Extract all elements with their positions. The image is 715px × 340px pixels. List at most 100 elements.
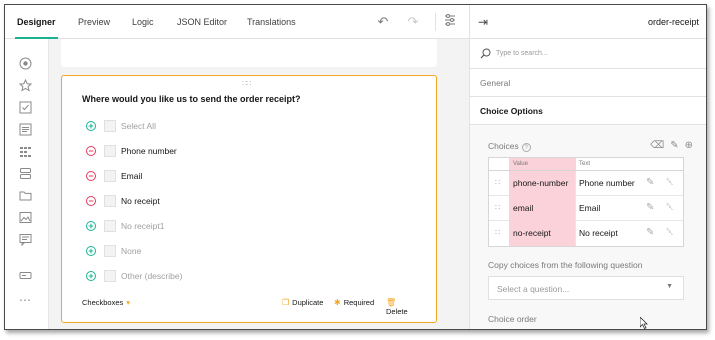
collapse-panel-icon[interactable]: ⇥	[478, 15, 488, 29]
input-icon[interactable]	[19, 269, 35, 285]
add-choice-icon[interactable]: +	[86, 271, 96, 281]
question-title[interactable]: Where would you like us to send the orde…	[82, 94, 301, 104]
folder-icon[interactable]	[19, 189, 35, 205]
undo-icon[interactable]: ↶	[375, 14, 391, 30]
choices-label: Choices?	[488, 141, 531, 152]
choice-label[interactable]: Select All	[121, 121, 156, 131]
choice-label[interactable]: None	[121, 246, 141, 256]
choice-checkbox[interactable]	[104, 145, 116, 157]
star-icon[interactable]	[18, 78, 35, 95]
choice-label[interactable]: Phone number	[121, 146, 177, 156]
question-type-label: Checkboxes	[82, 298, 124, 307]
choice-value-cell[interactable]: phone-number	[509, 171, 576, 196]
drag-handle-icon[interactable]: ∷	[495, 178, 500, 187]
column-header-value: Value	[509, 158, 576, 170]
question-select[interactable]: Select a question... ▼	[488, 276, 684, 300]
duplicate-label: Duplicate	[292, 298, 324, 307]
mouse-cursor-icon	[640, 317, 648, 329]
choice-text-cell[interactable]: Email	[579, 196, 637, 221]
edit-list-icon[interactable]: ✎	[670, 140, 678, 151]
drag-handle-icon[interactable]: ∷	[495, 203, 500, 212]
table-row: ∷ email Email ✎ ␡	[489, 196, 683, 221]
table-header: Value Text	[489, 158, 683, 171]
delete-button[interactable]: 🗑Delete	[386, 298, 418, 316]
choice-item: + No receipt1	[86, 220, 406, 234]
toolbar-divider	[435, 13, 436, 31]
question-card[interactable]: ∷∷ Where would you like us to send the o…	[61, 75, 437, 323]
search-placeholder: Type to search...	[496, 50, 548, 57]
remove-choice-icon[interactable]: −	[86, 196, 96, 206]
required-button[interactable]: ✱ Required	[334, 298, 374, 307]
edit-icon[interactable]: ✎	[646, 202, 654, 213]
tab-logic[interactable]: Logic	[132, 5, 154, 39]
choice-item: + Other (describe)	[86, 270, 406, 284]
choice-checkbox[interactable]	[104, 245, 116, 257]
choice-text-cell[interactable]: No receipt	[579, 221, 637, 246]
choice-value-cell[interactable]: no-receipt	[509, 221, 576, 246]
checkbox-icon[interactable]	[19, 101, 35, 117]
trash-icon[interactable]: ␡	[666, 202, 674, 213]
stack-icon[interactable]	[19, 167, 35, 183]
drag-handle-icon[interactable]: ∷∷	[242, 79, 251, 88]
choice-checkbox[interactable]	[104, 220, 116, 232]
copy-choices-label: Copy choices from the following question	[488, 260, 643, 270]
add-choice-icon[interactable]: +	[86, 246, 96, 256]
choice-label[interactable]: Email	[121, 171, 142, 181]
choice-label[interactable]: No receipt	[121, 196, 160, 206]
chevron-down-icon: ▾	[126, 298, 131, 307]
image-icon[interactable]	[19, 211, 35, 227]
property-panel: ⇥ order-receipt Type to search... Genera…	[469, 5, 706, 329]
trash-icon[interactable]: ␡	[666, 177, 674, 188]
choices-table: Value Text ∷ phone-number Phone number ✎…	[488, 157, 684, 247]
comment-icon[interactable]	[19, 233, 35, 249]
duplicate-button[interactable]: ❐ Duplicate	[282, 298, 323, 307]
choice-order-label: Choice order	[488, 314, 537, 324]
table-row: ∷ phone-number Phone number ✎ ␡	[489, 171, 683, 196]
choice-checkbox[interactable]	[104, 120, 116, 132]
eraser-icon[interactable]: ⌫	[650, 140, 664, 151]
delete-label: Delete	[386, 307, 408, 316]
choice-checkbox[interactable]	[104, 270, 116, 282]
grid-icon[interactable]	[19, 145, 35, 161]
choice-text-cell[interactable]: Phone number	[579, 171, 637, 196]
choice-label[interactable]: No receipt1	[121, 221, 164, 231]
more-icon[interactable]: ⋯	[19, 294, 35, 311]
remove-choice-icon[interactable]: −	[86, 171, 96, 181]
choice-label[interactable]: Other (describe)	[121, 271, 182, 281]
help-icon[interactable]: ?	[521, 143, 531, 152]
choice-value-cell[interactable]: email	[509, 196, 576, 221]
choice-checkbox[interactable]	[104, 195, 116, 207]
tab-preview[interactable]: Preview	[78, 5, 110, 39]
tab-designer[interactable]: Designer	[15, 5, 58, 39]
choice-checkbox[interactable]	[104, 170, 116, 182]
panel-header: ⇥ order-receipt	[470, 5, 706, 39]
choice-item: + None	[86, 245, 406, 259]
column-header-text: Text	[579, 161, 591, 167]
tab-json-editor[interactable]: JSON Editor	[177, 5, 227, 39]
top-toolbar: Designer Preview Logic JSON Editor Trans…	[5, 5, 469, 39]
add-icon[interactable]: ⊕	[685, 140, 693, 151]
redo-icon[interactable]: ↷	[405, 14, 421, 30]
drag-handle-icon[interactable]: ∷	[495, 228, 500, 237]
panel-title: order-receipt	[647, 17, 699, 27]
remove-choice-icon[interactable]: −	[86, 146, 96, 156]
question-type-dropdown[interactable]: Checkboxes ▾	[82, 298, 130, 307]
edit-icon[interactable]: ✎	[646, 177, 654, 188]
edit-icon[interactable]: ✎	[646, 227, 654, 238]
settings-icon[interactable]	[442, 14, 458, 30]
choice-item: − No receipt	[86, 195, 406, 209]
tab-translations[interactable]: Translations	[247, 5, 296, 39]
add-choice-icon[interactable]: +	[86, 221, 96, 231]
text-icon[interactable]	[19, 123, 35, 139]
property-search[interactable]: Type to search...	[470, 39, 706, 69]
previous-question-card[interactable]	[61, 39, 437, 67]
trash-icon: 🗑	[386, 298, 397, 307]
design-canvas: ∷∷ Where would you like us to send the o…	[49, 39, 511, 329]
section-general[interactable]: General	[470, 69, 706, 97]
add-choice-icon[interactable]: +	[86, 121, 96, 131]
asterisk-icon: ✱	[334, 298, 341, 307]
trash-icon[interactable]: ␡	[666, 227, 674, 238]
radio-icon[interactable]	[19, 57, 35, 73]
section-choice-options[interactable]: Choice Options	[470, 97, 706, 125]
chevron-down-icon: ▼	[666, 283, 673, 290]
